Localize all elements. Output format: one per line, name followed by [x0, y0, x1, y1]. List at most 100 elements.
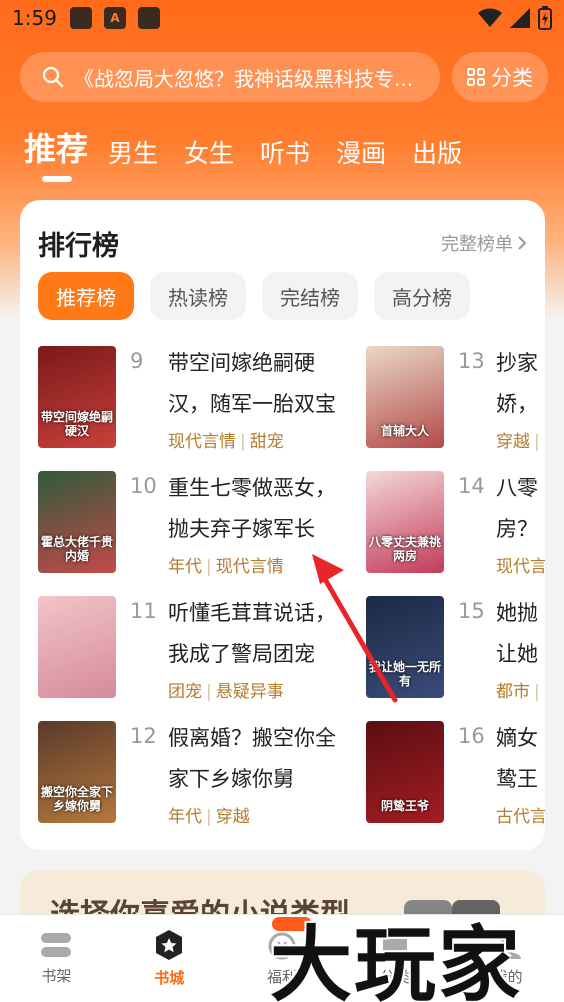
book-cover-title: 带空间嫁绝嗣硬汉 — [40, 410, 113, 438]
book-title: 重生七零做恶女，抛夫弃子嫁军长 — [168, 476, 336, 541]
ranking-chips: 推荐榜 热读榜 完结榜 高分榜 — [38, 272, 470, 320]
book-tag: 甜宠 — [249, 432, 284, 452]
nav-category-label: 分类 — [379, 968, 410, 986]
book-tag: 古代言 — [496, 807, 545, 827]
profile-icon — [494, 933, 521, 959]
grid-icon — [467, 68, 485, 86]
status-time: 1:59 — [12, 6, 57, 30]
tag-separator: | — [206, 682, 212, 702]
bottom-nav: 书架 书城 福利 分类 我的 — [0, 914, 564, 1002]
rank-number: 15 — [458, 599, 485, 623]
tab-female[interactable]: 女生 — [184, 134, 234, 170]
rank-number: 10 — [130, 474, 157, 498]
book-item[interactable]: 带空间嫁绝嗣硬汉 9 带空间嫁绝嗣硬汉，随军一胎双宝现代言情 | 甜宠 — [20, 343, 350, 468]
tab-recommend[interactable]: 推荐 — [24, 124, 88, 182]
signal-icon — [510, 8, 530, 28]
battery-icon — [538, 6, 552, 30]
app-notification-icon: A — [104, 7, 126, 29]
chevron-right-icon — [518, 236, 527, 250]
tag-separator: | — [206, 807, 212, 827]
nav-welfare-label: 福利 — [266, 968, 297, 986]
book-item[interactable]: 首辅大人 13 抄家 娇， 穿越 | — [348, 343, 545, 468]
tag-separator: | — [240, 432, 246, 452]
book-cover-title: 首辅大人 — [380, 424, 429, 438]
nav-bookstore-label: 书城 — [154, 969, 185, 987]
tab-male[interactable]: 男生 — [108, 134, 158, 170]
book-tags: 古代言| — [496, 802, 545, 827]
rank-number: 11 — [130, 599, 157, 623]
book-title: 嫡女 鸷王 — [496, 726, 538, 791]
search-icon — [42, 66, 64, 88]
ranking-card: 排行榜 完整榜单 推荐榜 热读榜 完结榜 高分榜 带空间嫁绝嗣硬汉 9 带空间嫁绝嗣… — [20, 200, 545, 850]
book-tags: 年代 | 穿越 — [168, 802, 250, 827]
book-title: 假离婚？搬空你全家下乡嫁你舅 — [168, 726, 336, 791]
search-placeholder: 《战忽局大忽悠？我神话级黑科技专... — [74, 66, 414, 91]
notification-icon-2 — [138, 7, 160, 29]
tab-audiobook[interactable]: 听书 — [260, 134, 310, 170]
rank-number: 12 — [130, 724, 157, 748]
category-label: 分类 — [491, 66, 533, 90]
book-cover: 带空间嫁绝嗣硬汉 — [38, 346, 116, 448]
annotation-arrow — [312, 554, 398, 703]
book-title: 抄家 娇， — [496, 351, 538, 416]
welfare-badge — [271, 917, 312, 931]
book-tags: 现代言情 | 甜宠 — [168, 427, 284, 452]
category-icon — [382, 933, 407, 957]
book-tag: 团宠 — [168, 682, 202, 702]
nav-category[interactable]: 分类 — [338, 915, 451, 1002]
tag-separator: | — [206, 557, 212, 577]
tag-separator: | — [534, 682, 540, 702]
book-tag: 穿越 — [215, 807, 250, 827]
nav-welfare[interactable]: 福利 — [226, 915, 339, 1002]
nav-bookshelf[interactable]: 书架 — [0, 915, 113, 1002]
book-cover-title: 霍总大佬千贵内婚 — [40, 535, 113, 563]
book-title: 带空间嫁绝嗣硬汉，随军一胎双宝 — [168, 351, 336, 416]
search-bar[interactable]: 《战忽局大忽悠？我神话级黑科技专... — [20, 52, 440, 102]
rank-number: 9 — [130, 349, 144, 373]
rank-number: 16 — [458, 724, 485, 748]
book-item[interactable]: 阴鸷王爷 16 嫡女鸷王古代言| — [348, 718, 545, 843]
bookstore-star-icon — [156, 930, 183, 960]
book-tag: 都市 — [496, 682, 530, 702]
tag-separator: | — [534, 432, 540, 452]
book-tag: 现代言情 — [168, 432, 236, 452]
chip-high-score[interactable]: 高分榜 — [374, 272, 470, 320]
full-ranking-label: 完整榜单 — [441, 234, 513, 255]
book-tag: 年代 — [168, 557, 202, 577]
nav-bookshelf-label: 书架 — [41, 967, 72, 985]
nav-bookstore[interactable]: 书城 — [113, 915, 226, 1002]
book-item[interactable]: 搬空你全家下乡嫁你舅 12 假离婚？搬空你全家下乡嫁你舅年代 | 穿越 — [20, 718, 350, 843]
chip-hot[interactable]: 热读榜 — [150, 272, 246, 320]
top-tabs: 推荐 男生 女生 听书 漫画 出版 — [24, 124, 488, 182]
notification-icon — [70, 7, 92, 29]
nav-profile[interactable]: 我的 — [451, 915, 564, 1002]
bookshelf-icon — [41, 933, 72, 957]
book-tag: 穿越 — [496, 432, 530, 452]
book-cover: 霍总大佬千贵内婚 — [38, 471, 116, 573]
book-cover — [38, 596, 116, 698]
book-cover: 搬空你全家下乡嫁你舅 — [38, 721, 116, 823]
book-tag: 悬疑异事 — [215, 682, 284, 702]
book-tags: 年代 | 现代言情 — [168, 552, 284, 577]
book-title: 她抛 让她 — [496, 601, 538, 666]
book-tag: 现代言 — [496, 557, 545, 577]
book-cover-title: 搬空你全家下乡嫁你舅 — [40, 785, 113, 813]
chip-completed[interactable]: 完结榜 — [262, 272, 358, 320]
category-button[interactable]: 分类 — [452, 52, 548, 102]
book-tags: 都市 | — [496, 677, 544, 702]
book-tag: 年代 — [168, 807, 202, 827]
book-cover-title: 阴鸷王爷 — [380, 799, 429, 813]
tab-publishing[interactable]: 出版 — [412, 134, 462, 170]
rank-number: 13 — [458, 349, 485, 373]
nav-profile-label: 我的 — [492, 968, 523, 986]
welfare-icon — [268, 932, 296, 960]
wifi-icon — [478, 8, 502, 27]
book-cover: 首辅大人 — [366, 346, 444, 448]
status-icons — [478, 6, 552, 30]
status-bar: 1:59 A — [0, 0, 564, 38]
tab-comics[interactable]: 漫画 — [336, 134, 386, 170]
book-cover: 阴鸷王爷 — [366, 721, 444, 823]
full-ranking-link[interactable]: 完整榜单 — [441, 230, 527, 256]
chip-recommend[interactable]: 推荐榜 — [38, 272, 134, 320]
book-title: 八零 房？ — [496, 476, 538, 541]
